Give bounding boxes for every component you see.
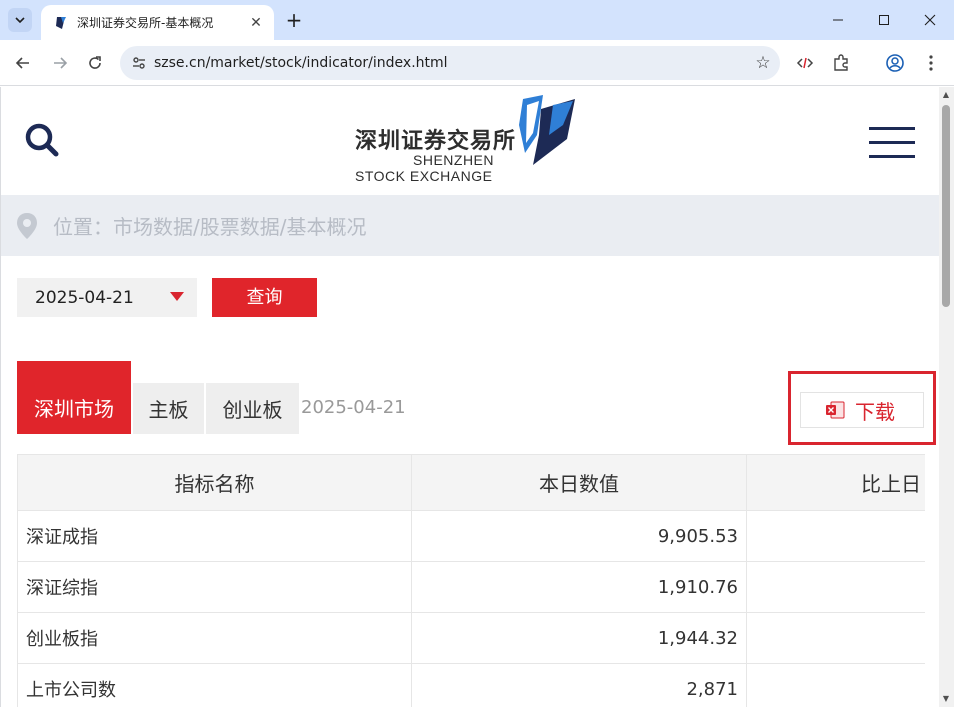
column-header-indicator: 指标名称 <box>17 454 412 511</box>
hamburger-menu-icon[interactable] <box>869 125 917 159</box>
download-button[interactable]: 下载 <box>800 392 924 428</box>
date-picker[interactable]: 2025-04-21 <box>17 278 197 317</box>
column-header-today-value: 本日数值 <box>411 454 747 511</box>
indicator-change <box>746 510 925 562</box>
profile-icon[interactable] <box>883 51 907 75</box>
table-row: 深证综指 1,910.76 <box>17 561 925 613</box>
indicator-name: 创业板指 <box>17 612 412 664</box>
excel-file-icon <box>826 401 845 419</box>
close-tab-icon[interactable]: ✕ <box>248 15 264 31</box>
breadcrumb-bar: 位置：市场数据/股票数据/基本概况 <box>1 195 940 256</box>
logo-chinese-name: 深圳证券交易所 <box>355 129 517 154</box>
close-icon <box>924 14 936 26</box>
arrow-right-icon <box>54 57 68 69</box>
devtools-icon[interactable] <box>793 51 817 75</box>
indicator-value: 2,871 <box>411 663 747 707</box>
indicator-value: 9,905.53 <box>411 510 747 562</box>
site-info-icon[interactable] <box>124 46 154 80</box>
site-header: 深圳证券交易所 SHENZHEN STOCK EXCHANGE <box>1 87 940 195</box>
logo-english-line2: STOCK EXCHANGE <box>355 168 493 184</box>
tab-chinext[interactable]: 创业板 <box>206 383 299 434</box>
tab-search-button[interactable] <box>8 8 32 32</box>
tab-shenzhen-market[interactable]: 深圳市场 <box>17 361 131 434</box>
minimize-icon <box>833 19 843 21</box>
search-icon <box>25 123 59 157</box>
indicator-value: 1,944.32 <box>411 612 747 664</box>
table-header-row: 指标名称 本日数值 比上日 <box>17 454 925 511</box>
close-window-button[interactable] <box>907 0 953 40</box>
browser-tabstrip: 深圳证券交易所-基本概况 ✕ + <box>0 0 954 40</box>
download-label: 下载 <box>855 399 895 424</box>
scroll-up-arrow-icon[interactable]: ▲ <box>941 90 951 100</box>
forward-button[interactable] <box>48 51 72 75</box>
new-tab-button[interactable]: + <box>282 8 306 32</box>
reload-button[interactable] <box>83 51 107 75</box>
location-pin-icon <box>17 212 37 239</box>
indicator-change <box>746 612 925 664</box>
minimize-button[interactable] <box>815 0 861 40</box>
scrollbar-thumb[interactable] <box>942 105 950 307</box>
szse-emblem-icon <box>519 95 575 165</box>
chevron-down-icon <box>15 17 25 24</box>
date-value: 2025-04-21 <box>35 287 134 308</box>
indicator-name: 上市公司数 <box>17 663 412 707</box>
back-button[interactable] <box>11 51 35 75</box>
bookmark-star-icon[interactable]: ☆ <box>746 53 780 73</box>
indicator-name: 深证综指 <box>17 561 412 613</box>
indicator-name: 深证成指 <box>17 510 412 562</box>
browser-tab[interactable]: 深圳证券交易所-基本概况 ✕ <box>41 5 274 40</box>
extensions-icon[interactable] <box>829 51 853 75</box>
maximize-icon <box>879 15 889 25</box>
dropdown-arrow-icon <box>170 292 184 301</box>
data-date-label: 2025-04-21 <box>301 397 406 418</box>
breadcrumb: 位置：市场数据/股票数据/基本概况 <box>53 215 367 239</box>
table-row: 创业板指 1,944.32 <box>17 612 925 664</box>
indicator-change <box>746 663 925 707</box>
indicator-table: 指标名称 本日数值 比上日 深证成指 9,905.53 深证综指 1,910.7… <box>17 454 925 707</box>
browser-toolbar: szse.cn/market/stock/indicator/index.htm… <box>0 40 954 112</box>
vertical-scrollbar[interactable]: ▲ ▼ <box>939 87 954 707</box>
maximize-button[interactable] <box>861 0 907 40</box>
address-bar[interactable]: szse.cn/market/stock/indicator/index.htm… <box>120 46 780 80</box>
page-viewport: 深圳证券交易所 SHENZHEN STOCK EXCHANGE 位置：市场数据/… <box>0 87 954 707</box>
logo-english-line1: SHENZHEN <box>413 152 495 168</box>
tab-main-board[interactable]: 主板 <box>133 383 204 434</box>
reload-icon <box>89 56 101 69</box>
indicator-change <box>746 561 925 613</box>
szse-favicon-icon <box>56 16 66 29</box>
indicator-value: 1,910.76 <box>411 561 747 613</box>
query-button[interactable]: 查询 <box>212 278 317 317</box>
table-row: 上市公司数 2,871 <box>17 663 925 707</box>
market-tabs: 深圳市场 主板 创业板 <box>17 361 301 434</box>
arrow-left-icon <box>15 57 29 69</box>
url-text[interactable]: szse.cn/market/stock/indicator/index.htm… <box>154 55 746 71</box>
table-row: 深证成指 9,905.53 <box>17 510 925 562</box>
szse-logo[interactable]: 深圳证券交易所 SHENZHEN STOCK EXCHANGE <box>353 95 583 187</box>
site-search-button[interactable] <box>23 121 63 161</box>
scroll-down-arrow-icon[interactable]: ▼ <box>941 694 951 704</box>
tab-title: 深圳证券交易所-基本概况 <box>77 16 214 30</box>
column-header-vs-previous: 比上日 <box>746 454 925 511</box>
more-menu-icon[interactable] <box>919 51 943 75</box>
